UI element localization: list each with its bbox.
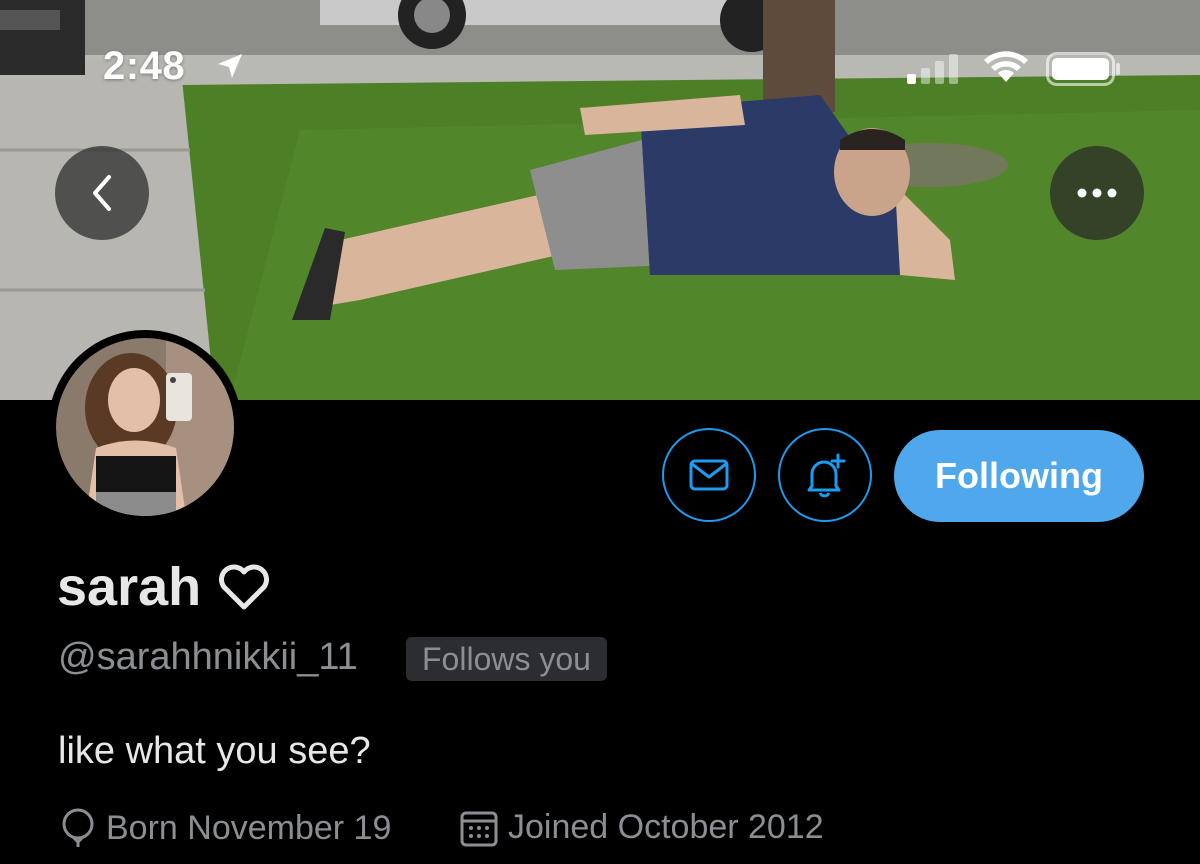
birthday-info: Born November 19	[60, 808, 391, 848]
avatar[interactable]	[48, 330, 242, 524]
wifi-icon	[984, 51, 1028, 82]
notifications-button[interactable]	[778, 428, 872, 522]
envelope-icon	[689, 459, 729, 491]
joined-info: Joined October 2012	[460, 808, 824, 847]
chevron-left-icon	[93, 175, 111, 211]
display-name-text: sarah	[57, 557, 202, 617]
message-button[interactable]	[662, 428, 756, 522]
more-options-button[interactable]	[1050, 146, 1144, 240]
avatar-photo	[56, 338, 234, 516]
display-name: sarah	[57, 556, 271, 618]
back-button[interactable]	[55, 146, 149, 240]
joined-text: Joined October 2012	[508, 808, 824, 846]
status-time: 2:48	[103, 44, 186, 88]
balloon-icon	[62, 808, 94, 847]
bio: like what you see?	[58, 730, 371, 772]
location-arrow-icon	[218, 54, 242, 78]
handle: @sarahhnikkii_11	[58, 636, 358, 678]
birthday-text: Born November 19	[106, 808, 392, 847]
calendar-icon	[460, 811, 498, 846]
follows-you-badge: Follows you	[406, 637, 607, 681]
following-button[interactable]: Following	[894, 430, 1144, 522]
battery-icon	[1046, 52, 1120, 86]
more-dots-icon	[1077, 188, 1117, 198]
bell-plus-icon	[807, 453, 846, 498]
heart-outline-icon	[219, 564, 270, 610]
cellular-signal-icon	[907, 54, 958, 84]
